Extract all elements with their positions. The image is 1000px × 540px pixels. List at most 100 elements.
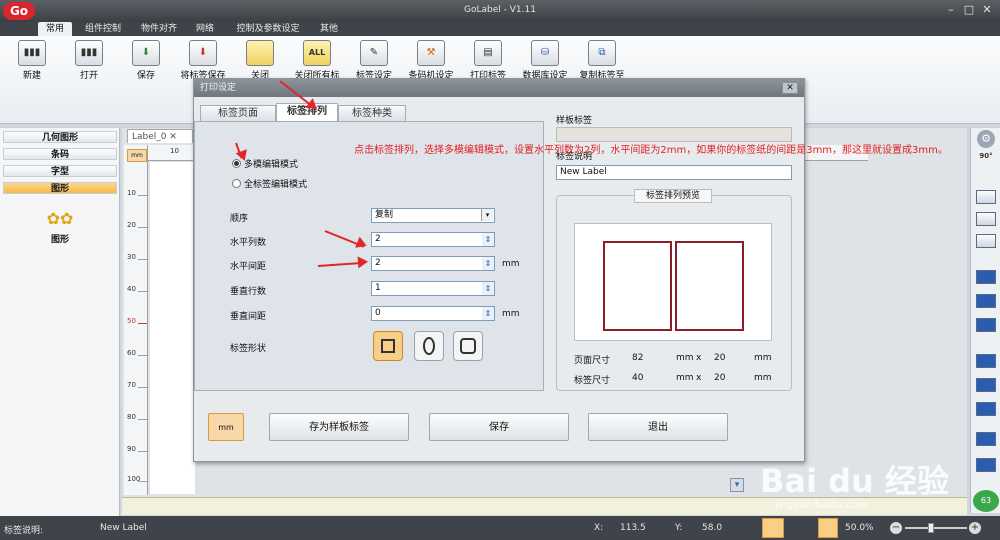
dialog-title: 打印设定 [194,79,804,97]
tab-label-page[interactable]: 标签页面 [200,105,276,121]
barcode-tool-icon[interactable] [976,190,996,204]
barcode-tool-icon[interactable] [976,212,996,226]
status-bar: 标签说明: New Label X: 113.5 Y: 58.0 50.0% −… [0,516,1000,540]
window-title: GoLabel - V1.11 [464,5,536,15]
align-top-icon[interactable] [976,354,996,368]
dialog-save-button[interactable]: 保存 [429,413,569,441]
tab-component-control[interactable]: 组件控制 [78,22,128,36]
instruction-annotation: 点击标签排列，选择多模编辑模式，设置水平列数为2列，水平间距为2mm，如果你的标… [354,145,948,156]
zoom-in-button[interactable]: + [969,522,981,534]
oval-shape-icon[interactable] [414,331,444,361]
page-x: x [696,353,702,363]
arrow-head [357,255,369,269]
distribute-icon[interactable] [976,432,996,446]
tab-common[interactable]: 常用 [38,22,72,36]
zoom-level: 50.0% [845,523,874,533]
align-center-icon[interactable] [976,294,996,308]
ruler-tick: 90 [127,445,136,453]
graphics-tool-label: 图形 [50,235,69,245]
zoom-slider-thumb[interactable] [928,523,934,533]
maximize-button[interactable]: □ [962,4,976,16]
document-tab[interactable]: Label_0 ✕ [127,129,193,143]
y-coord-value: 58.0 [702,523,723,533]
tab-label-type[interactable]: 标签种类 [338,105,406,121]
label-unit: mm [676,373,694,383]
spinner-icon[interactable]: ⇕ [482,307,494,320]
save-template-button[interactable]: 存为样板标签 [269,413,409,441]
v-rows-input[interactable]: 1 ⇕ [371,281,495,296]
category-font[interactable]: 字型 [3,165,117,177]
rounded-shape-icon[interactable] [453,331,483,361]
layout-preview-title: 标签排列预览 [634,189,712,203]
save-icon: ⬇ [132,40,160,66]
minimize-button[interactable]: – [944,4,958,16]
copy-label-icon: ⧉ [588,40,616,66]
status-desc-value: New Label [100,523,147,533]
label-desc-input[interactable]: New Label [556,165,792,180]
distribute-icon[interactable] [976,458,996,472]
status-desc-label: 标签说明: [4,526,44,536]
open-button[interactable]: ▮▮▮ 打开 [62,40,116,84]
align-left-icon[interactable] [976,270,996,284]
h-cols-input[interactable]: 2 ⇕ [371,232,495,247]
printer-settings-icon: ⚒ [417,40,445,66]
title-bar: Go GoLabel - V1.11 – □ ✕ [0,0,1000,22]
tab-object-align[interactable]: 物件对齐 [134,22,184,36]
order-label: 顺序 [230,214,249,224]
align-middle-icon[interactable] [976,378,996,392]
barcode-open-icon: ▮▮▮ [75,40,103,66]
new-button[interactable]: ▮▮▮ 新建 [5,40,59,84]
save-button[interactable]: ⬇ 保存 [119,40,173,84]
category-geometry[interactable]: 几何图形 [3,131,117,143]
exit-button[interactable]: 退出 [588,413,728,441]
zoom-out-button[interactable]: − [890,522,902,534]
ruler-tick: 50 [127,317,136,325]
spinner-icon[interactable]: ⇕ [482,257,494,270]
preview-label-2 [675,241,744,331]
page-view-icon[interactable] [818,518,838,538]
zoom-slider[interactable] [905,527,967,529]
v-gap-input[interactable]: 0 ⇕ [371,306,495,321]
template-select[interactable] [556,127,792,142]
tool-panel: 几何图形 条码 字型 图形 ✿✿ 图形 [0,128,120,518]
label-unit: mm [754,373,772,383]
shape-label: 标签形状 [230,344,267,354]
template-label: 样板标签 [556,116,593,126]
v-gap-unit: mm [502,309,520,319]
ruler-tick: 60 [127,349,136,357]
unit-toggle-button[interactable]: mm [208,413,244,441]
h-gap-unit: mm [502,259,520,269]
sunflower-icon[interactable]: ✿✿ [46,210,74,228]
multi-mode-label: 多模编辑模式 [244,160,299,170]
barcode-new-icon: ▮▮▮ [18,40,46,66]
full-mode-radio[interactable] [232,179,241,188]
scroll-down-button[interactable]: ▾ [730,478,744,492]
h-gap-input[interactable]: 2 ⇕ [371,256,495,271]
category-graphics[interactable]: 图形 [3,182,117,194]
rect-shape-icon[interactable] [373,331,403,361]
tab-control-params[interactable]: 控制及参数设定 [228,22,308,36]
dialog-close-button[interactable]: ✕ [782,82,798,94]
h-cols-label: 水平列数 [230,238,267,248]
tab-network[interactable]: 网络 [190,22,220,36]
x-coord-label: X: [594,523,604,533]
label-x: x [696,373,702,383]
barcode-tool-icon[interactable] [976,234,996,248]
align-bottom-icon[interactable] [976,402,996,416]
ruler-tick: 30 [127,253,136,261]
label-canvas[interactable] [150,162,195,494]
close-button[interactable]: ✕ [980,4,994,16]
grid-toggle-icon[interactable] [762,518,784,538]
spinner-icon[interactable]: ⇕ [482,282,494,295]
tab-other[interactable]: 其他 [314,22,344,36]
v-gap-label: 垂直间距 [230,312,267,322]
ruler-tick: 70 [127,381,136,389]
close-all-icon: ALL [303,40,331,66]
h-gap-label: 水平间距 [230,262,267,272]
align-right-icon[interactable] [976,318,996,332]
baidu-watermark: Bai du 经验 [760,462,949,500]
category-barcode[interactable]: 条码 [3,148,117,160]
ruler-unit-toggle[interactable]: mm [127,149,147,162]
order-select[interactable]: 复制 ▾ [371,208,495,223]
spinner-icon[interactable]: ⇕ [482,233,494,246]
